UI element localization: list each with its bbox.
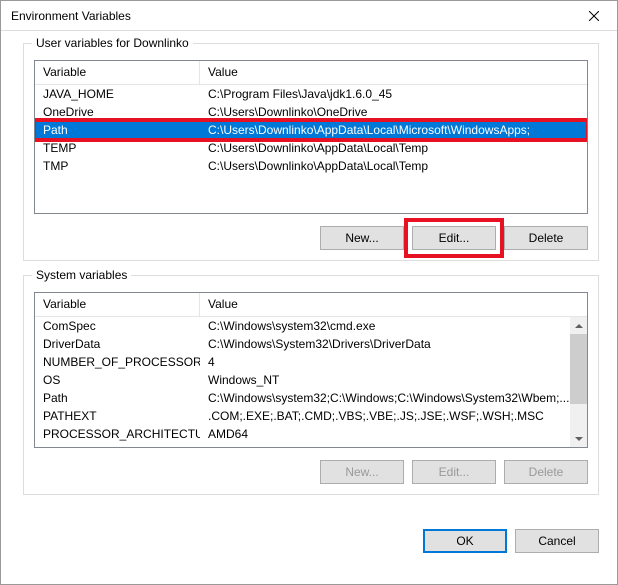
cell-value: C:\Users\Downlinko\AppData\Local\Temp: [200, 141, 587, 155]
table-row[interactable]: Path C:\Windows\system32;C:\Windows;C:\W…: [35, 389, 570, 407]
table-row[interactable]: TEMP C:\Users\Downlinko\AppData\Local\Te…: [35, 139, 587, 157]
system-variables-group: System variables Variable Value ComSpec …: [23, 275, 599, 495]
cell-variable: JAVA_HOME: [35, 87, 200, 101]
system-delete-button[interactable]: Delete: [504, 460, 588, 484]
cell-value: C:\Windows\system32;C:\Windows;C:\Window…: [200, 391, 570, 405]
scroll-thumb[interactable]: [570, 334, 587, 404]
cell-value: C:\Windows\system32\cmd.exe: [200, 319, 570, 333]
scroll-down-icon[interactable]: [570, 430, 587, 447]
table-row[interactable]: PROCESSOR_ARCHITECTURE AMD64: [35, 425, 570, 443]
system-variables-title: System variables: [32, 268, 131, 282]
cell-variable: DriverData: [35, 337, 200, 351]
cell-value: .COM;.EXE;.BAT;.CMD;.VBS;.VBE;.JS;.JSE;.…: [200, 409, 570, 423]
cell-value: 4: [200, 355, 570, 369]
table-row[interactable]: OneDrive C:\Users\Downlinko\OneDrive: [35, 103, 587, 121]
cell-value: C:\Users\Downlinko\AppData\Local\Temp: [200, 159, 587, 173]
user-new-button[interactable]: New...: [320, 226, 404, 250]
table-row[interactable]: JAVA_HOME C:\Program Files\Java\jdk1.6.0…: [35, 85, 587, 103]
cell-variable: Path: [35, 391, 200, 405]
table-row[interactable]: NUMBER_OF_PROCESSORS 4: [35, 353, 570, 371]
user-edit-button[interactable]: Edit...: [412, 226, 496, 250]
cell-variable: TEMP: [35, 141, 200, 155]
system-table-body: ComSpec C:\Windows\system32\cmd.exe Driv…: [35, 317, 570, 443]
table-row[interactable]: TMP C:\Users\Downlinko\AppData\Local\Tem…: [35, 157, 587, 175]
cell-value: Windows_NT: [200, 373, 570, 387]
dialog-button-row: OK Cancel: [1, 523, 617, 567]
cell-variable: Path: [35, 123, 200, 137]
table-row[interactable]: OS Windows_NT: [35, 371, 570, 389]
system-button-row: New... Edit... Delete: [34, 460, 588, 484]
table-row-selected[interactable]: Path C:\Users\Downlinko\AppData\Local\Mi…: [35, 121, 587, 139]
user-variables-title: User variables for Downlinko: [32, 36, 193, 50]
system-col-variable[interactable]: Variable: [35, 293, 200, 316]
system-variables-table[interactable]: Variable Value ComSpec C:\Windows\system…: [34, 292, 588, 448]
window-title: Environment Variables: [11, 9, 571, 23]
table-row[interactable]: PATHEXT .COM;.EXE;.BAT;.CMD;.VBS;.VBE;.J…: [35, 407, 570, 425]
cell-variable: PATHEXT: [35, 409, 200, 423]
user-col-value[interactable]: Value: [200, 61, 587, 84]
cell-variable: NUMBER_OF_PROCESSORS: [35, 355, 200, 369]
user-button-row: New... Edit... Delete: [34, 226, 588, 250]
cell-value: C:\Program Files\Java\jdk1.6.0_45: [200, 87, 587, 101]
user-table-body: JAVA_HOME C:\Program Files\Java\jdk1.6.0…: [35, 85, 587, 175]
cell-variable: PROCESSOR_ARCHITECTURE: [35, 427, 200, 441]
user-delete-button[interactable]: Delete: [504, 226, 588, 250]
system-edit-button[interactable]: Edit...: [412, 460, 496, 484]
table-row[interactable]: DriverData C:\Windows\System32\Drivers\D…: [35, 335, 570, 353]
system-new-button[interactable]: New...: [320, 460, 404, 484]
cell-value: C:\Windows\System32\Drivers\DriverData: [200, 337, 570, 351]
system-table-header: Variable Value: [35, 293, 587, 317]
cell-value: AMD64: [200, 427, 570, 441]
user-col-variable[interactable]: Variable: [35, 61, 200, 84]
cell-value: C:\Users\Downlinko\OneDrive: [200, 105, 587, 119]
cell-variable: OneDrive: [35, 105, 200, 119]
user-variables-group: User variables for Downlinko Variable Va…: [23, 43, 599, 261]
ok-button[interactable]: OK: [423, 529, 507, 553]
table-row[interactable]: ComSpec C:\Windows\system32\cmd.exe: [35, 317, 570, 335]
cell-variable: TMP: [35, 159, 200, 173]
cell-variable: ComSpec: [35, 319, 200, 333]
scroll-up-icon[interactable]: [570, 317, 587, 334]
cell-value: C:\Users\Downlinko\AppData\Local\Microso…: [200, 123, 587, 137]
close-button[interactable]: [571, 1, 617, 31]
system-scrollbar[interactable]: [570, 317, 587, 447]
cell-variable: OS: [35, 373, 200, 387]
cancel-button[interactable]: Cancel: [515, 529, 599, 553]
system-col-value[interactable]: Value: [200, 293, 570, 316]
close-icon: [589, 11, 599, 21]
user-variables-table[interactable]: Variable Value JAVA_HOME C:\Program File…: [34, 60, 588, 214]
titlebar: Environment Variables: [1, 1, 617, 31]
user-table-header: Variable Value: [35, 61, 587, 85]
